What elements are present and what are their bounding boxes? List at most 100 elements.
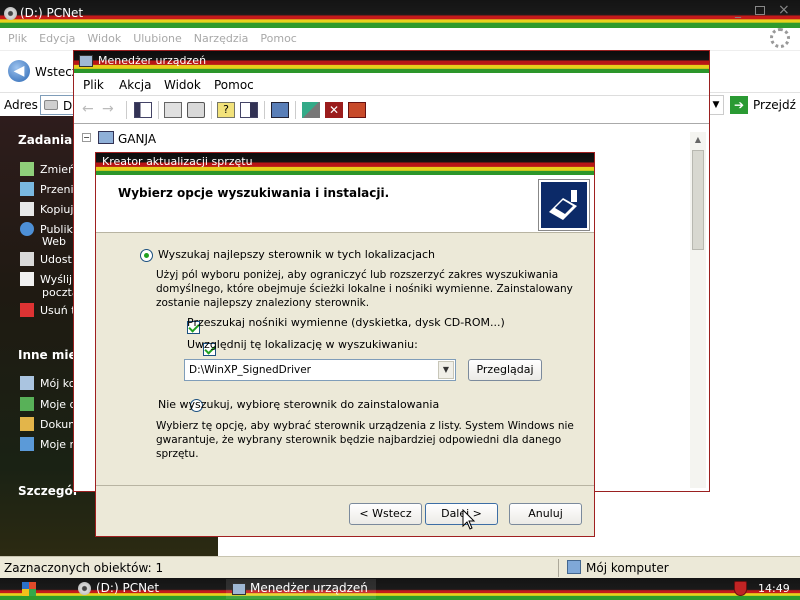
- task-label: Przeni: [40, 182, 74, 196]
- location-value: D:\WinXP_SignedDriver: [189, 364, 311, 376]
- task-label: Kopiuj: [40, 202, 74, 216]
- device-manager-titlebar[interactable]: Menedżer urządzeń: [74, 51, 709, 73]
- scroll-up-button[interactable]: ▲: [690, 132, 706, 148]
- explorer-titlebar[interactable]: (D:) PCNet _ ×: [0, 0, 800, 28]
- details-heading: Szczegół: [18, 484, 78, 498]
- address-label: Adres: [4, 98, 38, 112]
- explorer-menubar: Plik Edycja Widok Ulubione Narzędzia Pom…: [0, 28, 800, 50]
- computer-icon: [20, 376, 34, 390]
- place-my-docs[interactable]: Moje d: [20, 397, 77, 411]
- rename-icon: [20, 162, 34, 176]
- back-button[interactable]: < Wstecz: [349, 503, 422, 525]
- minimize-button[interactable]: _: [735, 4, 749, 18]
- task-rename[interactable]: Zmień: [20, 162, 75, 176]
- start-button[interactable]: [0, 578, 62, 600]
- loading-spinner-icon: [770, 28, 790, 48]
- location-combobox[interactable]: D:\WinXP_SignedDriver ▼: [184, 359, 456, 381]
- computer-icon: [98, 131, 114, 144]
- include-location-label[interactable]: Uwzględnij tę lokalizację w wyszukiwaniu…: [187, 338, 418, 351]
- disc-icon: [78, 582, 91, 595]
- task-copy[interactable]: Kopiuj: [20, 202, 73, 216]
- wizard-heading: Wybierz opcje wyszukiwania i instalacji.: [118, 186, 390, 200]
- menu-narzedzia[interactable]: Narzędzia: [188, 32, 255, 45]
- scan-hardware-icon[interactable]: [271, 102, 289, 118]
- go-label[interactable]: Przejdź: [753, 98, 796, 112]
- clock: 14:49: [758, 582, 790, 595]
- update-driver-icon[interactable]: [302, 102, 320, 118]
- print-icon[interactable]: [187, 102, 205, 118]
- dm-menu-pomoc[interactable]: Pomoc: [214, 78, 254, 92]
- delete-icon: [20, 303, 34, 317]
- drive-icon: [44, 100, 58, 110]
- taskbar-item-device-manager[interactable]: Menedżer urządzeń: [226, 579, 376, 599]
- folder-icon: [20, 397, 34, 411]
- console-tree-icon[interactable]: [134, 102, 152, 118]
- place-label: Moje d: [40, 397, 77, 411]
- dm-back-arrow-icon[interactable]: ←: [82, 101, 94, 117]
- device-manager-icon: [232, 583, 246, 595]
- place-my-computer[interactable]: Mój ko: [20, 376, 75, 390]
- task-publish[interactable]: Publiku: [20, 222, 80, 236]
- taskbar-item-label: (D:) PCNet: [96, 581, 160, 595]
- show-hide-icon[interactable]: [240, 102, 258, 118]
- uninstall-icon[interactable]: ✕: [325, 102, 343, 118]
- dm-menu-widok[interactable]: Widok: [164, 78, 201, 92]
- windows-logo-icon: [22, 582, 36, 596]
- menu-pomoc[interactable]: Pomoc: [254, 32, 302, 45]
- manual-radio-label[interactable]: Nie wyszukuj, wybiorę sterownik do zains…: [158, 398, 439, 411]
- documents-icon: [20, 417, 34, 431]
- manual-description: Wybierz tę opcję, aby wybrać sterownik u…: [156, 420, 574, 460]
- status-divider: [558, 559, 559, 577]
- taskbar-item-label: Menedżer urządzeń: [250, 581, 368, 595]
- menu-plik[interactable]: Plik: [2, 32, 33, 45]
- taskbar-item-explorer[interactable]: (D:) PCNet: [72, 579, 220, 599]
- wizard-dialog: Kreator aktualizacji sprzętu Wybierz opc…: [95, 152, 595, 537]
- vertical-scrollbar[interactable]: ▲: [690, 132, 706, 488]
- back-label[interactable]: Wstecz: [35, 65, 78, 79]
- place-label: Mój ko: [40, 376, 76, 390]
- removable-media-label[interactable]: Przeszukaj nośniki wymienne (dyskietka, …: [187, 316, 505, 329]
- maximize-button[interactable]: [755, 6, 765, 15]
- dm-menu-akcja[interactable]: Akcja: [119, 78, 151, 92]
- tree-collapse-toggle[interactable]: −: [82, 133, 91, 142]
- disable-icon[interactable]: [348, 102, 366, 118]
- menu-widok[interactable]: Widok: [81, 32, 127, 45]
- search-radio-label[interactable]: Wyszukaj najlepszy sterownik w tych loka…: [158, 248, 435, 261]
- task-label: Zmień: [40, 162, 76, 176]
- chevron-down-icon[interactable]: ▼: [438, 361, 454, 379]
- close-button[interactable]: ×: [778, 2, 790, 18]
- menu-ulubione[interactable]: Ulubione: [127, 32, 188, 45]
- tree-root-label[interactable]: GANJA: [118, 132, 156, 146]
- task-delete[interactable]: Usuń t: [20, 303, 76, 317]
- wizard-header: Wybierz opcje wyszukiwania i instalacji.: [96, 175, 594, 233]
- back-arrow-icon[interactable]: ◀: [8, 60, 30, 82]
- dm-menu-plik[interactable]: Plik: [83, 78, 104, 92]
- task-publish-web: Web: [42, 235, 66, 248]
- menu-edycja[interactable]: Edycja: [33, 32, 81, 45]
- wizard-titlebar[interactable]: Kreator aktualizacji sprzętu: [96, 153, 594, 175]
- copy-icon: [20, 202, 34, 216]
- place-network[interactable]: Moje r: [20, 437, 74, 451]
- mail-icon: [20, 272, 34, 286]
- publish-icon: [20, 222, 34, 236]
- dm-forward-arrow-icon[interactable]: →: [102, 101, 114, 117]
- scroll-thumb[interactable]: [692, 150, 704, 250]
- place-shared-docs[interactable]: Dokum: [20, 417, 79, 431]
- device-manager-icon: [79, 55, 93, 67]
- move-icon: [20, 182, 34, 196]
- place-label: Moje r: [40, 437, 75, 451]
- toolbar-separator: [158, 101, 159, 119]
- cancel-button[interactable]: Anuluj: [509, 503, 582, 525]
- toolbar-separator: [295, 101, 296, 119]
- task-label: Usuń t: [40, 303, 76, 317]
- search-radio[interactable]: [140, 249, 153, 262]
- go-arrow-icon[interactable]: ➔: [730, 96, 748, 114]
- task-share[interactable]: Udost: [20, 252, 72, 266]
- help-icon[interactable]: ?: [217, 102, 235, 118]
- properties-icon[interactable]: [164, 102, 182, 118]
- shield-icon[interactable]: [734, 581, 747, 596]
- address-dropdown-button[interactable]: ▼: [708, 95, 724, 115]
- browse-button[interactable]: Przeglądaj: [468, 359, 542, 381]
- task-mail[interactable]: Wyślij: [20, 272, 72, 286]
- task-move[interactable]: Przeni: [20, 182, 74, 196]
